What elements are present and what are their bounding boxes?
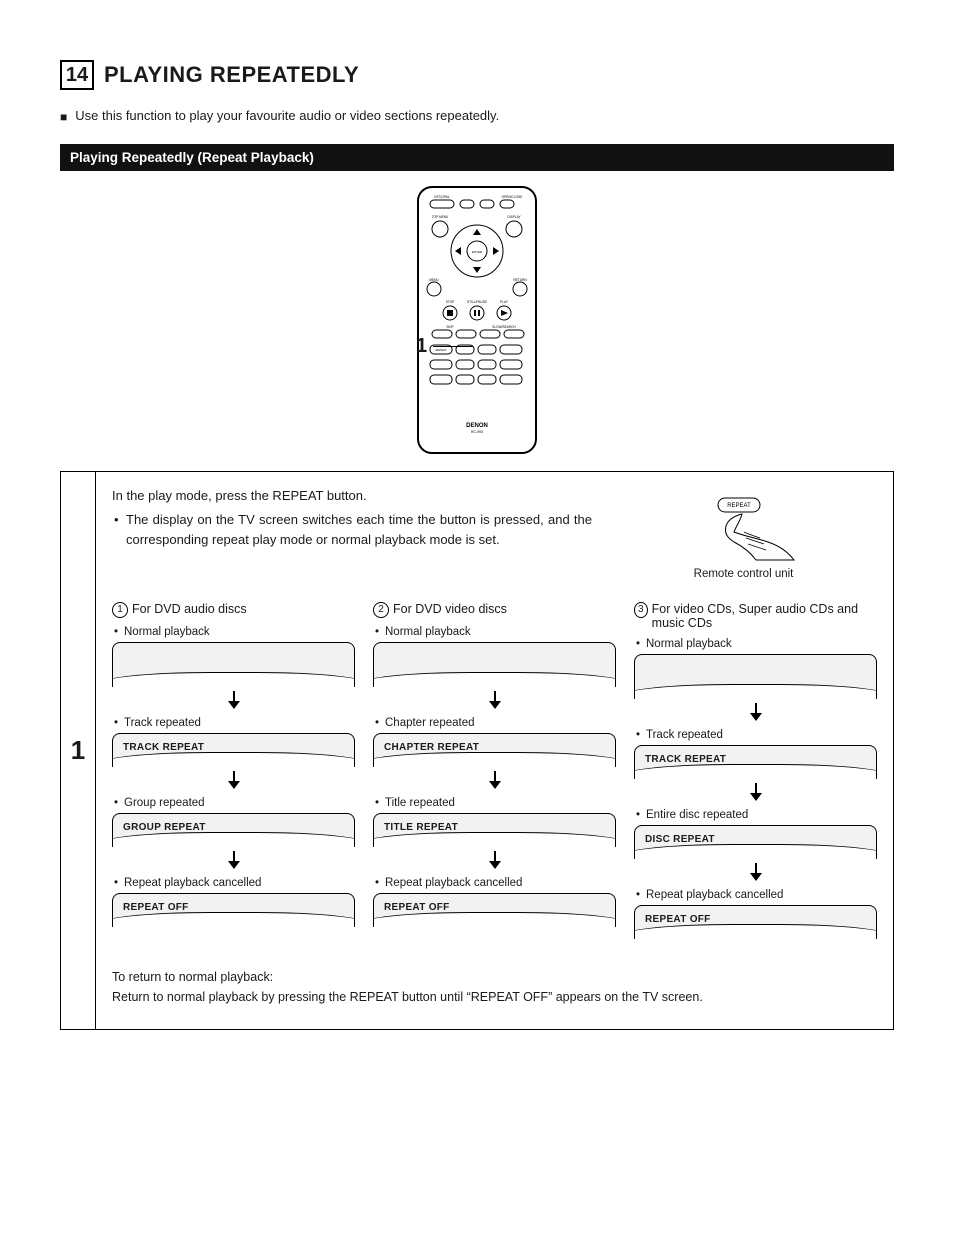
- svg-text:TOP MENU: TOP MENU: [432, 215, 449, 219]
- down-arrow-icon: [634, 863, 877, 883]
- remote-callout: 1: [416, 335, 473, 358]
- square-bullet-icon: ■: [60, 108, 67, 126]
- down-arrow-icon: [112, 691, 355, 711]
- svg-text:MENU: MENU: [429, 278, 439, 282]
- down-arrow-icon: [112, 771, 355, 791]
- state-label: Normal playback: [385, 626, 616, 638]
- down-arrow-icon: [112, 851, 355, 871]
- return-body: Return to normal playback by pressing th…: [112, 987, 877, 1007]
- state-label: Entire disc repeated: [646, 809, 877, 821]
- svg-text:STOP: STOP: [446, 300, 455, 304]
- svg-text:RETURN: RETURN: [513, 278, 527, 282]
- column-title-text: For DVD video discs: [393, 602, 507, 618]
- hand-caption: Remote control unit: [694, 568, 794, 580]
- mode-column: 2For DVD video discs Normal playback Chapt…: [373, 602, 616, 939]
- svg-text:PLAY: PLAY: [500, 300, 509, 304]
- remote-brand: DENON: [466, 423, 488, 429]
- state-label: Repeat playback cancelled: [124, 877, 355, 889]
- down-arrow-icon: [373, 851, 616, 871]
- section-number: 14: [60, 60, 94, 90]
- circled-number-icon: 1: [112, 602, 128, 618]
- circled-number-icon: 2: [373, 602, 389, 618]
- state-sequence: Normal playback Track repeated TRACK REPEA…: [112, 626, 355, 927]
- svg-text:DISPLAY: DISPLAY: [507, 215, 521, 219]
- hand-button-label: REPEAT: [727, 503, 751, 509]
- state-label: Track repeated: [124, 717, 355, 729]
- state-sequence: Normal playback Chapter repeated CHAPTER R…: [373, 626, 616, 927]
- return-note: To return to normal playback: Return to …: [112, 967, 877, 1007]
- column-title: 3For video CDs, Super audio CDs and musi…: [634, 602, 877, 630]
- osd-bubble: REPEAT OFF: [112, 893, 355, 927]
- osd-bubble: CHAPTER REPEAT: [373, 733, 616, 767]
- osd-bubble: REPEAT OFF: [373, 893, 616, 927]
- osd-bubble: TRACK REPEAT: [634, 745, 877, 779]
- osd-bubble: TRACK REPEAT: [112, 733, 355, 767]
- state-label: Normal playback: [124, 626, 355, 638]
- column-title-text: For video CDs, Super audio CDs and music…: [652, 602, 877, 630]
- state-label: Group repeated: [124, 797, 355, 809]
- osd-bubble: [373, 642, 616, 687]
- mode-column: 3For video CDs, Super audio CDs and musi…: [634, 602, 877, 939]
- section-heading: 14 PLAYING REPEATEDLY: [60, 60, 894, 90]
- osd-bubble: [634, 654, 877, 699]
- osd-bubble: REPEAT OFF: [634, 905, 877, 939]
- remote-callout-number: 1: [416, 335, 427, 358]
- step-box: 1 In the play mode, press the REPEAT but…: [60, 471, 894, 1030]
- mode-columns: 1For DVD audio discs Normal playback Track…: [112, 602, 877, 939]
- state-label: Normal playback: [646, 638, 877, 650]
- step-number: 1: [61, 472, 96, 1029]
- down-arrow-icon: [634, 783, 877, 803]
- state-label: Track repeated: [646, 729, 877, 741]
- svg-text:SLOW/SEARCH: SLOW/SEARCH: [492, 325, 516, 329]
- down-arrow-icon: [634, 703, 877, 723]
- step-lead: In the play mode, press the REPEAT butto…: [112, 486, 592, 506]
- column-title-text: For DVD audio discs: [132, 602, 247, 618]
- column-title: 2For DVD video discs: [373, 602, 616, 618]
- state-label: Title repeated: [385, 797, 616, 809]
- mode-column: 1For DVD audio discs Normal playback Track…: [112, 602, 355, 939]
- section-intro: ■ Use this function to play your favouri…: [60, 108, 894, 126]
- section-title: PLAYING REPEATEDLY: [104, 62, 359, 88]
- step-lead-detail: The display on the TV screen switches ea…: [112, 510, 592, 550]
- state-label: Repeat playback cancelled: [646, 889, 877, 901]
- hand-press-icon: REPEAT: [684, 492, 804, 562]
- circled-number-icon: 3: [634, 602, 648, 618]
- svg-text:OPEN/CLOSE: OPEN/CLOSE: [502, 195, 523, 199]
- osd-bubble: DISC REPEAT: [634, 825, 877, 859]
- osd-bubble: [112, 642, 355, 687]
- down-arrow-icon: [373, 771, 616, 791]
- state-label: Repeat playback cancelled: [385, 877, 616, 889]
- osd-bubble: TITLE REPEAT: [373, 813, 616, 847]
- osd-bubble: GROUP REPEAT: [112, 813, 355, 847]
- callout-line-icon: [433, 346, 473, 347]
- svg-text:SKIP: SKIP: [446, 325, 453, 329]
- hand-illustration: REPEAT Remote control unit: [610, 492, 877, 580]
- intro-text: Use this function to play your favourite…: [75, 108, 499, 123]
- svg-text:RC-993: RC-993: [471, 430, 483, 434]
- svg-text:STILL/PAUSE: STILL/PAUSE: [467, 300, 487, 304]
- remote-icon: NTSC/PAL OPEN/CLOSE TOP MENU DISPLAY ENTER…: [412, 185, 542, 455]
- svg-text:ENTER: ENTER: [472, 250, 483, 254]
- column-title: 1For DVD audio discs: [112, 602, 355, 618]
- svg-text:NTSC/PAL: NTSC/PAL: [434, 195, 450, 199]
- return-title: To return to normal playback:: [112, 967, 877, 987]
- down-arrow-icon: [373, 691, 616, 711]
- state-label: Chapter repeated: [385, 717, 616, 729]
- remote-illustration: 1 NTSC/PAL OPEN/CLOSE TOP MENU DISPLAY ENT…: [60, 185, 894, 455]
- state-sequence: Normal playback Track repeated TRACK REPEA…: [634, 638, 877, 939]
- subheading-bar: Playing Repeatedly (Repeat Playback): [60, 144, 894, 171]
